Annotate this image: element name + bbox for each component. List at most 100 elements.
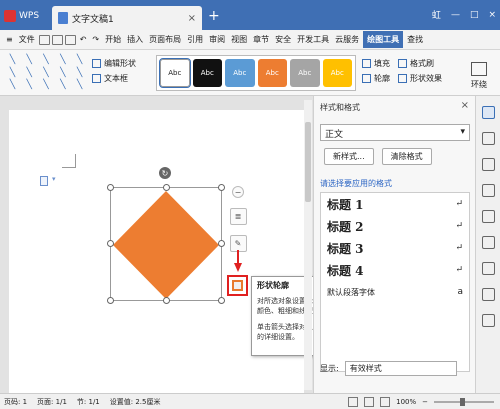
resize-handle[interactable] [107, 297, 114, 304]
anchor-dropdown-icon[interactable]: ▾ [52, 175, 56, 183]
print-layout-icon[interactable] [348, 396, 359, 407]
properties-icon[interactable] [481, 158, 495, 171]
line-shape-icon[interactable]: ╲ [21, 79, 38, 92]
minimize-icon[interactable]: — [451, 10, 460, 20]
line-shape-icon[interactable]: ╲ [54, 54, 71, 67]
resize-handle[interactable] [107, 240, 114, 247]
web-layout-icon[interactable] [380, 396, 391, 407]
save-icon[interactable] [51, 34, 63, 45]
show-filter-select[interactable]: 有效样式 [344, 361, 457, 376]
shape-outline-button[interactable] [227, 275, 248, 296]
title-bar: WPS 文字文稿1 × + 虹 — □ × [0, 0, 500, 30]
new-doc-icon[interactable] [38, 34, 50, 45]
menu-chapter[interactable]: 章节 [251, 34, 271, 45]
line-shape-icon[interactable]: ╲ [71, 54, 88, 67]
wrench-icon[interactable] [481, 236, 495, 249]
print-icon[interactable] [64, 34, 76, 45]
menu-developer[interactable]: 开发工具 [295, 34, 331, 45]
redo-icon[interactable]: ↷ [90, 35, 101, 44]
shape-style-blue[interactable]: Abc [225, 59, 255, 87]
clear-format-button[interactable]: 清除格式 [381, 148, 432, 165]
rotate-handle-icon[interactable]: ↻ [159, 167, 171, 179]
select-icon[interactable] [481, 132, 495, 145]
line-shape-icon[interactable]: ╲ [71, 67, 88, 80]
menu-page-layout[interactable]: 页面布局 [147, 34, 183, 45]
menu-insert[interactable]: 插入 [125, 34, 145, 45]
maximize-icon[interactable]: □ [470, 10, 479, 20]
line-shape-icon[interactable]: ╲ [4, 79, 21, 92]
style-item-heading-4[interactable]: 标题 4 ↵ [321, 259, 469, 281]
outline-button[interactable]: 轮廓 [362, 73, 390, 84]
collapse-icon[interactable]: − [232, 186, 244, 198]
shape-effects-button[interactable]: 形状效果 [398, 73, 442, 84]
wrap-text-button[interactable]: 环绕 [462, 56, 496, 90]
scrollbar-thumb[interactable] [305, 122, 311, 202]
menu-hamburger-icon[interactable]: ≡ [4, 35, 15, 44]
navigation-icon[interactable] [481, 210, 495, 223]
menu-view[interactable]: 视图 [229, 34, 249, 45]
menu-file[interactable]: 文件 [17, 34, 37, 45]
resize-handle[interactable] [107, 184, 114, 191]
undo-icon[interactable]: ↶ [78, 35, 89, 44]
line-shape-icon[interactable]: ╲ [71, 79, 88, 92]
resize-handle[interactable] [163, 297, 170, 304]
share-icon[interactable] [481, 262, 495, 275]
close-window-icon[interactable]: × [488, 10, 496, 20]
current-style-select[interactable]: 正文 ▾ [320, 124, 470, 141]
format-brush-button[interactable]: 格式刷 [398, 58, 442, 69]
line-shape-icon[interactable]: ╲ [38, 79, 55, 92]
anchor-icon[interactable] [40, 176, 48, 186]
style-item-heading-3[interactable]: 标题 3 ↵ [321, 237, 469, 259]
shape-style-orange[interactable]: Abc [257, 59, 288, 87]
style-item-heading-1[interactable]: 标题 1 ↵ [321, 193, 469, 215]
resize-handle[interactable] [218, 240, 225, 247]
line-shapes-gallery[interactable]: ╲ ╲ ╲ ╲ ╲ ╲ ╲ ╲ ╲ ╲ ╲ ╲ ╲ ╲ ╲ [4, 54, 88, 92]
zoom-slider[interactable] [434, 397, 494, 406]
shape-style-yellow[interactable]: Abc [322, 59, 353, 87]
line-shape-icon[interactable]: ╲ [54, 67, 71, 80]
line-shape-icon[interactable]: ╲ [21, 54, 38, 67]
menu-review[interactable]: 审阅 [207, 34, 227, 45]
close-panel-icon[interactable]: × [461, 100, 469, 111]
menu-home[interactable]: 开始 [103, 34, 123, 45]
zoom-level[interactable]: 100% [396, 398, 416, 406]
styles-panel-icon[interactable] [481, 106, 495, 119]
shape-style-gray[interactable]: Abc [290, 59, 320, 87]
wps-home-tab[interactable]: WPS [4, 6, 46, 26]
vertical-scrollbar[interactable] [304, 100, 312, 390]
resize-handle[interactable] [163, 184, 170, 191]
zoom-slider-knob[interactable] [460, 397, 465, 406]
menu-security[interactable]: 安全 [273, 34, 293, 45]
menu-reference[interactable]: 引用 [185, 34, 205, 45]
line-shape-icon[interactable]: ╲ [54, 79, 71, 92]
add-tab-button[interactable]: + [208, 9, 220, 23]
read-mode-icon[interactable] [364, 396, 375, 407]
resize-handle[interactable] [218, 184, 225, 191]
backup-icon[interactable] [481, 288, 495, 301]
text-box-button[interactable]: 文本框 [92, 73, 136, 84]
search-button[interactable]: 查找 [405, 34, 425, 45]
close-tab-icon[interactable]: × [188, 13, 196, 24]
line-shape-icon[interactable]: ╲ [4, 67, 21, 80]
edit-shape-button[interactable]: 编辑形状 [92, 58, 136, 69]
line-shape-icon[interactable]: ╲ [38, 54, 55, 67]
layout-options-icon[interactable]: ≣ [229, 208, 247, 225]
style-item-heading-2[interactable]: 标题 2 ↵ [321, 215, 469, 237]
fill-button[interactable]: 填充 [362, 58, 390, 69]
adjust-icon[interactable] [481, 184, 495, 197]
help-icon[interactable] [481, 314, 495, 327]
menu-drawing-tools[interactable]: 绘图工具 [363, 31, 404, 48]
zoom-out-icon[interactable]: − [422, 398, 428, 406]
shape-style-black[interactable]: Abc [192, 59, 223, 87]
line-shape-icon[interactable]: ╲ [21, 67, 38, 80]
new-style-button[interactable]: 新样式... [324, 148, 374, 165]
style-item-default-font[interactable]: 默认段落字体 a [321, 281, 469, 303]
wrap-label: 环绕 [471, 80, 487, 89]
user-name[interactable]: 虹 [432, 8, 441, 21]
resize-handle[interactable] [218, 297, 225, 304]
menu-cloud[interactable]: 云服务 [333, 34, 361, 45]
line-shape-icon[interactable]: ╲ [38, 67, 55, 80]
document-tab[interactable]: 文字文稿1 × [52, 6, 202, 30]
line-shape-icon[interactable]: ╲ [4, 54, 21, 67]
shape-style-white[interactable]: Abc [159, 58, 191, 88]
